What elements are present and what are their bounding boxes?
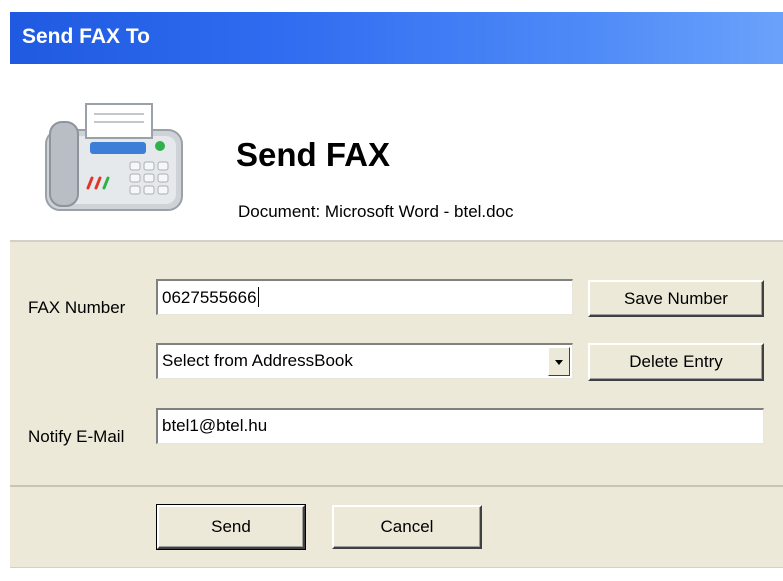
window-bottom-edge: [10, 567, 783, 581]
addressbook-select[interactable]: Select from AddressBook: [156, 343, 573, 379]
notify-email-input[interactable]: btel1@btel.hu: [156, 408, 764, 444]
dialog-heading: Send FAX: [236, 136, 391, 173]
save-number-button[interactable]: Save Number: [588, 280, 764, 317]
addressbook-selected-value: Select from AddressBook: [162, 351, 353, 370]
send-button[interactable]: Send: [156, 504, 306, 550]
notify-email-value: btel1@btel.hu: [162, 416, 268, 435]
fax-number-value: 0627555666: [162, 288, 257, 307]
fax-number-label: FAX Number: [28, 298, 126, 317]
notify-email-label: Notify E-Mail: [28, 427, 125, 446]
title-bar[interactable]: Send FAX To: [10, 12, 783, 64]
fax-machine-icon: [45, 103, 183, 211]
fax-number-input[interactable]: 0627555666: [156, 279, 573, 315]
window-title: Send FAX To: [22, 25, 150, 48]
text-caret: [257, 287, 259, 307]
chevron-down-icon[interactable]: [548, 347, 570, 376]
delete-entry-button[interactable]: Delete Entry: [588, 343, 764, 381]
dialog-header: Send FAX Document: Microsoft Word - btel…: [10, 64, 783, 240]
document-name: Document: Microsoft Word - btel.doc: [238, 202, 514, 221]
cancel-button[interactable]: Cancel: [332, 505, 482, 549]
